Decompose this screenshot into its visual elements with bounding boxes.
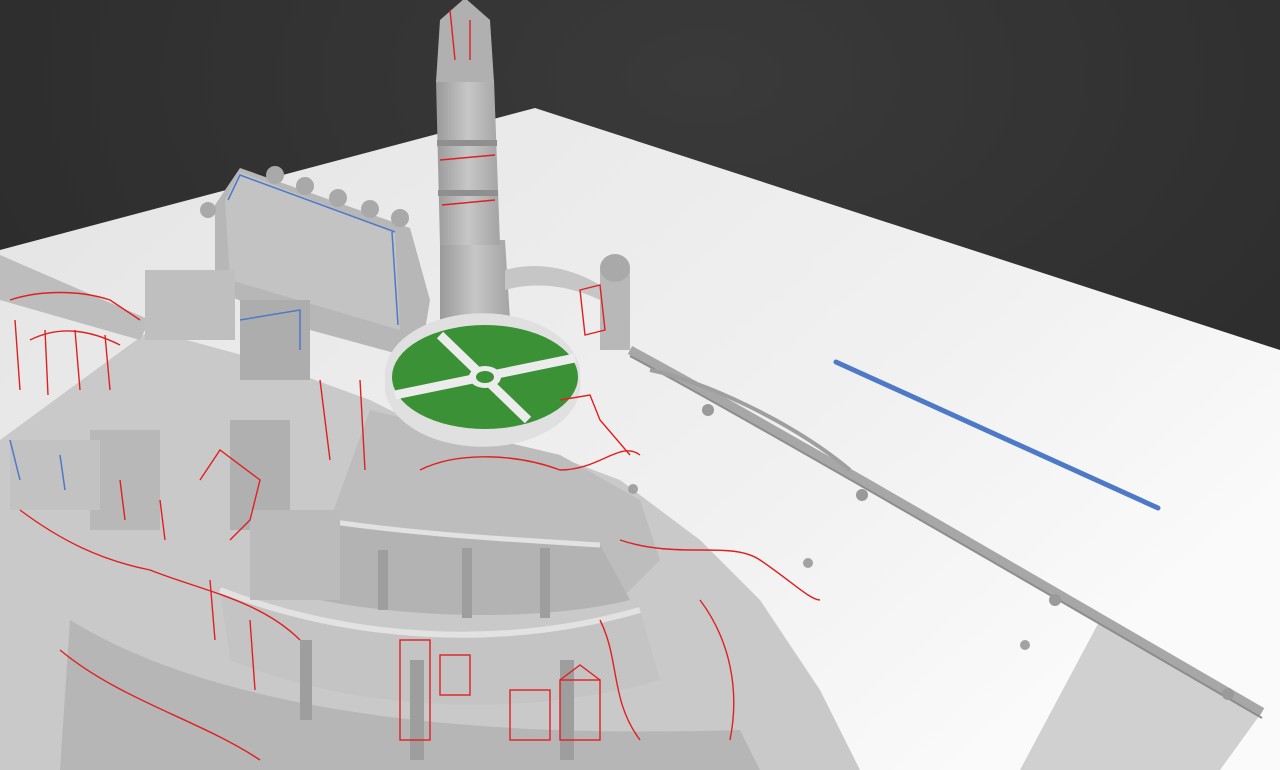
courtyard-center-lawn: [476, 371, 494, 383]
tower-base: [440, 240, 510, 320]
scene-canvas[interactable]: [0, 0, 1280, 770]
tower-band-2: [438, 190, 498, 196]
courtyard-circle[interactable]: [384, 313, 581, 447]
tower-shaft: [436, 80, 500, 245]
tower-bands: [437, 140, 497, 146]
3d-viewport[interactable]: [0, 0, 1280, 770]
left-block: [10, 440, 100, 510]
mid-tower-block-2: [250, 510, 340, 600]
hall-annex: [145, 270, 235, 340]
turret-dome: [600, 254, 630, 282]
